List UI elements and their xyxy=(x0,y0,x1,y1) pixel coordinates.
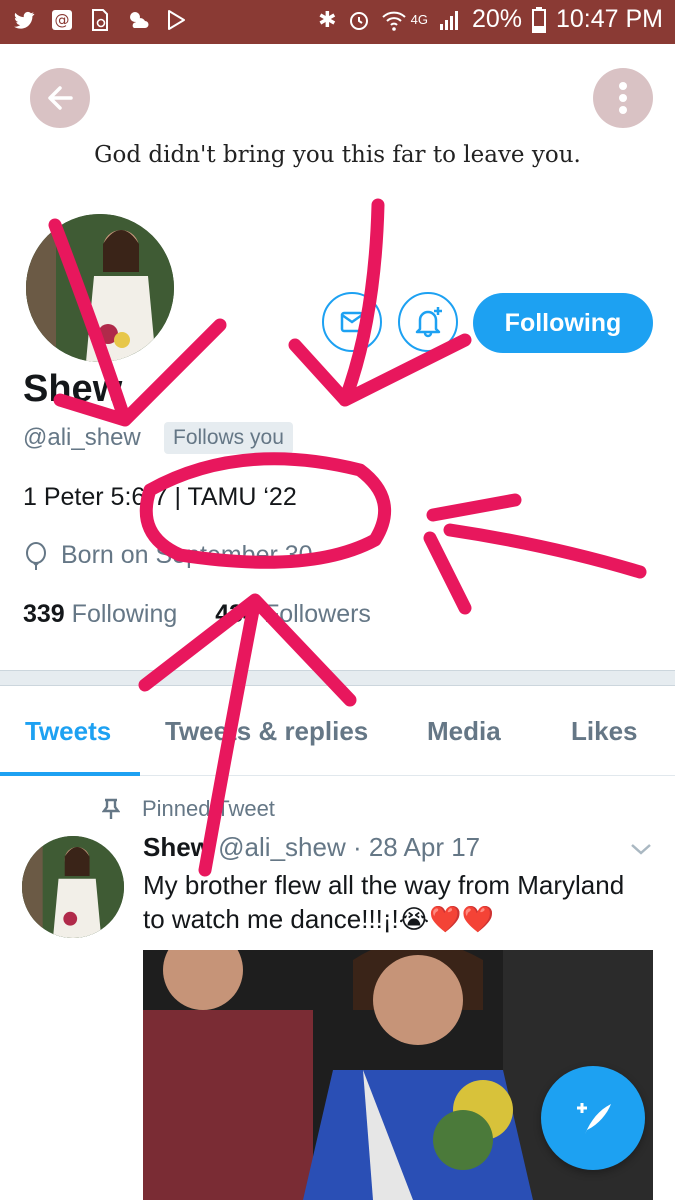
tweet-meta: @ali_shew · 28 Apr 17 xyxy=(218,832,481,862)
wifi-icon xyxy=(381,11,406,31)
followers-count: 434 xyxy=(215,600,257,628)
birthday-text: Born on September 30 xyxy=(61,541,313,569)
twitter-icon xyxy=(14,11,35,29)
follows-you-badge: Follows you xyxy=(164,422,293,454)
weather-icon xyxy=(130,12,149,28)
arrow-annotation-right xyxy=(423,493,647,615)
profile-handle: @ali_shew xyxy=(23,424,141,451)
battery-percent: 20% xyxy=(471,5,522,33)
following-count-link[interactable]: 339 Following xyxy=(23,600,177,629)
play-store-icon xyxy=(168,10,185,30)
pinned-tweet-label: Pinned Tweet xyxy=(102,796,275,822)
tweet-author-avatar[interactable] xyxy=(22,836,124,938)
following-count: 339 xyxy=(23,600,65,628)
profile-bio: 1 Peter 5:6-7 | TAMU ‘22 xyxy=(23,483,297,511)
banner-quote: God didn't bring you this far to leave y… xyxy=(94,142,581,168)
avatar-photo xyxy=(26,214,174,362)
section-divider xyxy=(0,670,675,686)
compose-tweet-button[interactable] xyxy=(541,1066,645,1170)
tab-media[interactable]: Media xyxy=(427,716,501,747)
following-button[interactable]: Following xyxy=(473,293,653,353)
alarm-icon xyxy=(349,11,368,30)
envelope-icon xyxy=(340,311,364,333)
status-notification-icons: @ xyxy=(12,8,188,32)
svg-text:@: @ xyxy=(55,11,70,29)
tweet-options-button[interactable] xyxy=(630,842,652,861)
back-button[interactable] xyxy=(30,68,90,128)
clock: 10:47 PM xyxy=(555,5,663,33)
followers-count-label: Followers xyxy=(263,600,371,628)
arrow-left-icon xyxy=(48,86,73,110)
profile-tabs: Tweets Tweets & replies Media Likes xyxy=(0,686,675,776)
signal-icon xyxy=(439,10,458,30)
status-system-icons: ✱ 4G 20% 10:47 PM xyxy=(318,5,663,34)
birthday-row: Born on September 30 xyxy=(23,541,313,570)
chevron-down-icon xyxy=(631,844,651,855)
tab-tweets[interactable]: Tweets xyxy=(25,716,111,747)
followers-count-link[interactable]: 434 Followers xyxy=(215,600,371,629)
at-sign-icon: @ xyxy=(52,10,72,30)
bluetooth-icon: ✱ xyxy=(318,6,337,32)
tweet-text: My brother flew all the way from Marylan… xyxy=(143,870,625,934)
follow-counts: 339 Following 434 Followers xyxy=(23,600,371,629)
compose-quill-icon xyxy=(577,1103,611,1134)
bell-plus-icon xyxy=(415,307,442,338)
active-tab-indicator xyxy=(0,772,140,776)
network-type: 4G xyxy=(410,12,428,27)
avatar-photo-small xyxy=(22,836,124,938)
tweet-header: Shew @ali_shew · 28 Apr 17 xyxy=(143,832,480,863)
pinned-text: Pinned Tweet xyxy=(142,796,275,821)
profile-avatar[interactable] xyxy=(22,210,178,366)
tab-likes[interactable]: Likes xyxy=(571,716,638,747)
overflow-menu-button[interactable] xyxy=(593,68,653,128)
document-sync-icon xyxy=(92,9,108,31)
status-bar: @ ✱ 4G 20% 10:47 PM xyxy=(0,0,675,44)
tab-tweets-replies[interactable]: Tweets & replies xyxy=(165,716,368,747)
notifications-button[interactable] xyxy=(398,292,458,352)
battery-icon xyxy=(531,6,546,33)
display-name: Shew xyxy=(23,368,123,410)
pin-icon xyxy=(102,798,120,819)
more-vertical-icon xyxy=(619,82,627,114)
following-count-label: Following xyxy=(71,600,178,628)
tweet-author-name[interactable]: Shew xyxy=(143,832,211,862)
balloon-icon xyxy=(26,541,46,570)
message-button[interactable] xyxy=(322,292,382,352)
